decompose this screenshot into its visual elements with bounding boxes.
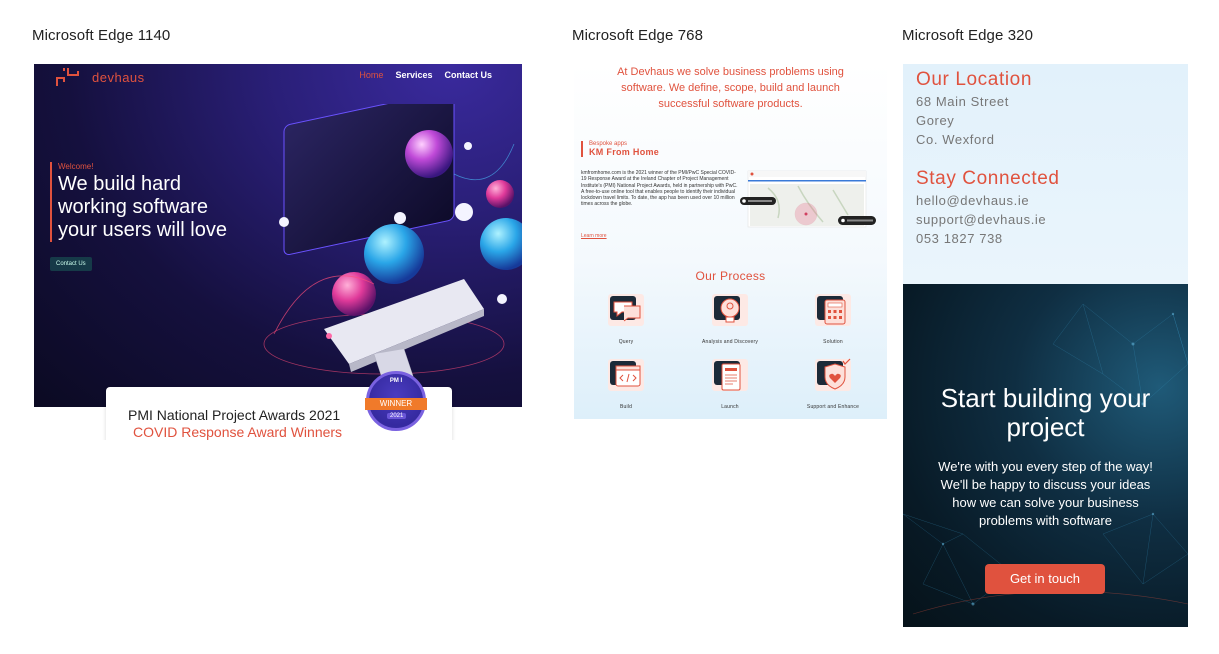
cta-heading: Start building your project bbox=[903, 384, 1188, 442]
document-icon bbox=[712, 359, 748, 391]
badge-year: 2021 bbox=[387, 413, 407, 419]
contact-us-button[interactable]: Contact Us bbox=[50, 257, 92, 271]
desktop-screenshot: devhaus Home Services Contact Us Welcome… bbox=[34, 64, 522, 440]
process-title: Our Process bbox=[695, 269, 766, 283]
pmi-logo-icon: PM I bbox=[389, 378, 403, 384]
case-description: kmfromhome.com is the 2021 winner of the… bbox=[581, 170, 738, 208]
badge-ribbon: WINNER bbox=[365, 398, 427, 410]
location-title: Our Location bbox=[916, 69, 1032, 90]
nav-home[interactable]: Home bbox=[359, 70, 383, 80]
mobile-screenshot: Our Location 68 Main Street Gorey Co. We… bbox=[903, 64, 1188, 627]
cta-body-line: how we can solve your business bbox=[952, 495, 1139, 510]
case-title: KM From Home bbox=[589, 147, 660, 157]
case-study-header: Bespoke apps KM From Home bbox=[581, 141, 659, 157]
intro-text: At Devhaus we solve business problems us… bbox=[617, 66, 844, 110]
process-label: Build bbox=[619, 404, 633, 410]
label-edge-1140: Microsoft Edge 1140 bbox=[32, 27, 171, 44]
cta-body-line: We're with you every step of the way! bbox=[938, 459, 1153, 474]
learn-more-link[interactable]: Learn more bbox=[581, 233, 607, 239]
process-label: Solution bbox=[823, 339, 843, 345]
cta-body-line: We'll be happy to discuss your ideas bbox=[940, 477, 1151, 492]
process-step: Query bbox=[581, 292, 671, 345]
address-line: Gorey bbox=[916, 113, 955, 128]
hero-heading-line: working software bbox=[58, 196, 209, 218]
cta-body-line: problems with software bbox=[979, 513, 1112, 528]
process-step: Analysis and Discovery bbox=[685, 292, 775, 345]
hero-illustration bbox=[263, 104, 522, 385]
cta-heading-line: Start building your bbox=[940, 383, 1151, 413]
process-step: Support and Enhance bbox=[788, 357, 878, 410]
brand-logo[interactable]: devhaus bbox=[54, 66, 145, 88]
process-label: Support and Enhance bbox=[806, 404, 860, 410]
hero-heading-line: We build hard bbox=[58, 173, 182, 195]
award-subtitle: COVID Response Award Winners bbox=[133, 424, 343, 440]
process-step: Build bbox=[581, 357, 671, 410]
process-label: Query bbox=[618, 339, 634, 345]
address-line: Co. Wexford bbox=[916, 132, 995, 147]
lightbulb-icon bbox=[712, 294, 748, 326]
address-line: 68 Main Street bbox=[916, 94, 1009, 109]
label-edge-320: Microsoft Edge 320 bbox=[902, 27, 1034, 44]
code-window-icon bbox=[608, 359, 644, 391]
contact-section: Our Location 68 Main Street Gorey Co. We… bbox=[903, 64, 1188, 284]
phone-link[interactable]: 053 1827 738 bbox=[916, 231, 1003, 246]
main-nav: Home Services Contact Us bbox=[359, 70, 492, 80]
process-label: Analysis and Discovery bbox=[701, 339, 759, 345]
hero-heading-line: your users will love bbox=[58, 219, 227, 241]
tablet-screenshot: At Devhaus we solve business problems us… bbox=[574, 64, 887, 419]
nav-services[interactable]: Services bbox=[395, 70, 432, 80]
app-screenshot bbox=[740, 170, 876, 228]
process-step: Solution bbox=[788, 292, 878, 345]
support-email-link[interactable]: support@devhaus.ie bbox=[916, 212, 1046, 227]
winner-badge: PM I WINNER 2021 bbox=[365, 371, 427, 431]
brand-name: devhaus bbox=[92, 69, 145, 85]
hero-section: devhaus Home Services Contact Us Welcome… bbox=[34, 64, 522, 407]
hero-welcome: Welcome! bbox=[58, 162, 94, 171]
shield-heart-icon bbox=[815, 358, 851, 391]
label-edge-768: Microsoft Edge 768 bbox=[572, 27, 704, 44]
hero-heading: We build hard working software your user… bbox=[58, 173, 227, 242]
calculator-icon bbox=[815, 294, 851, 326]
hero-headline-block: Welcome! We build hard working software … bbox=[50, 162, 227, 242]
get-in-touch-button[interactable]: Get in touch bbox=[985, 564, 1105, 594]
email-link[interactable]: hello@devhaus.ie bbox=[916, 193, 1029, 208]
cta-body: We're with you every step of the way! We… bbox=[913, 458, 1178, 530]
cta-heading-line: project bbox=[1006, 412, 1085, 442]
cta-section: Start building your project We're with y… bbox=[903, 284, 1188, 627]
process-step: Launch bbox=[685, 357, 775, 410]
chat-icon bbox=[608, 294, 644, 326]
devhaus-logo-icon bbox=[54, 66, 84, 88]
stay-connected-title: Stay Connected bbox=[916, 168, 1060, 189]
nav-contact[interactable]: Contact Us bbox=[444, 70, 492, 80]
process-label: Launch bbox=[721, 404, 739, 410]
award-title: PMI National Project Awards 2021 bbox=[128, 407, 341, 423]
